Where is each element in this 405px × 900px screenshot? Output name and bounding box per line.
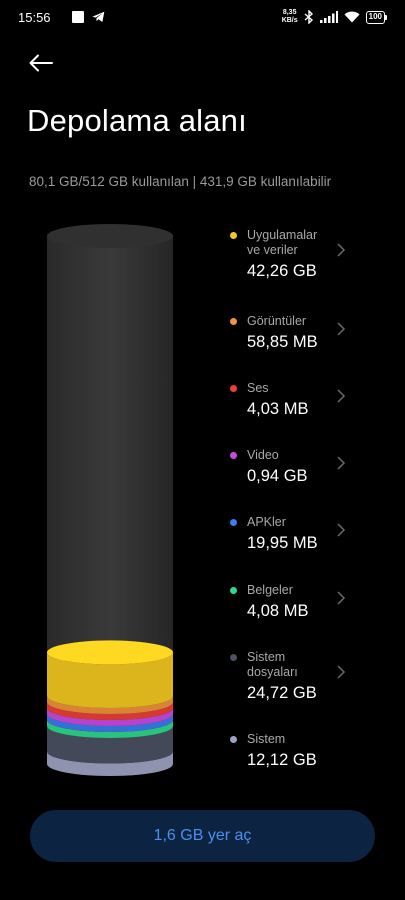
category-label: Uygulamalar ve veriler bbox=[247, 228, 317, 258]
category-label: Belgeler bbox=[247, 583, 293, 598]
battery-icon: 100 bbox=[365, 10, 387, 24]
chevron-right-icon bbox=[337, 665, 346, 679]
category-label-line: Video bbox=[247, 448, 279, 462]
usage-summary: 80,1 GB/512 GB kullanılan | 431,9 GB kul… bbox=[29, 174, 332, 189]
category-label: Video bbox=[247, 448, 279, 463]
chevron-right-icon bbox=[337, 322, 346, 336]
free-space-button[interactable]: 1,6 GB yer aç bbox=[30, 810, 375, 862]
category-label: Sistem bbox=[247, 732, 285, 747]
category-label: Ses bbox=[247, 381, 269, 396]
storage-category-item[interactable]: Görüntüler 58,85 MB bbox=[230, 314, 355, 352]
category-label-line: dosyaları bbox=[247, 665, 298, 679]
category-label-line: APKler bbox=[247, 515, 286, 529]
storage-category-item: Sistem 12,12 GB bbox=[230, 732, 355, 770]
battery-tip bbox=[385, 14, 387, 20]
storage-category-item[interactable]: Sistem dosyaları 24,72 GB bbox=[230, 650, 355, 703]
storage-category-item[interactable]: Uygulamalar ve veriler 42,26 GB bbox=[230, 228, 355, 281]
category-color-dot bbox=[230, 318, 237, 325]
category-size: 42,26 GB bbox=[247, 262, 317, 280]
network-speed-value: 8,35 bbox=[282, 9, 297, 16]
status-right: 8,35 KB/s 100 bbox=[282, 9, 387, 25]
category-color-dot bbox=[230, 654, 237, 661]
category-label-line: Belgeler bbox=[247, 583, 293, 597]
arrow-left-icon bbox=[29, 54, 53, 72]
storage-category-item[interactable]: Ses 4,03 MB bbox=[230, 381, 355, 419]
storage-fill-top bbox=[47, 640, 173, 665]
status-bar: 15:56 8,35 KB/s 100 bbox=[0, 0, 405, 36]
category-label: APKler bbox=[247, 515, 286, 530]
chevron-right-icon bbox=[337, 243, 346, 257]
network-speed-unit: KB/s bbox=[281, 17, 298, 24]
storage-category-item[interactable]: Video 0,94 GB bbox=[230, 448, 355, 486]
category-label: Görüntüler bbox=[247, 314, 306, 329]
category-label-line: Sistem bbox=[247, 732, 286, 746]
notification-icons bbox=[72, 11, 105, 23]
category-label-line: Ses bbox=[247, 381, 269, 395]
category-label-row: Sistem bbox=[230, 732, 355, 747]
wifi-icon bbox=[344, 11, 360, 23]
signal-icon bbox=[319, 11, 338, 23]
category-color-dot bbox=[230, 587, 237, 594]
category-label-line: Uygulamalar bbox=[247, 228, 318, 242]
category-color-dot bbox=[230, 385, 237, 392]
category-size: 24,72 GB bbox=[247, 684, 317, 702]
category-label: Sistem dosyaları bbox=[247, 650, 298, 680]
storage-cylinder-graphic bbox=[47, 224, 173, 776]
square-app-icon bbox=[72, 11, 84, 23]
battery-level: 100 bbox=[365, 10, 385, 24]
category-label-line: ve veriler bbox=[247, 243, 298, 257]
free-space-label: 1,6 GB yer aç bbox=[153, 827, 252, 844]
network-speed: 8,35 KB/s bbox=[282, 9, 298, 25]
chevron-right-icon bbox=[337, 456, 346, 470]
category-color-dot bbox=[230, 452, 237, 459]
status-time: 15:56 bbox=[18, 10, 51, 25]
chevron-right-icon bbox=[337, 591, 346, 605]
chevron-right-icon bbox=[337, 523, 346, 537]
category-color-dot bbox=[230, 519, 237, 526]
category-color-dot bbox=[230, 232, 237, 239]
cylinder-top bbox=[47, 224, 173, 248]
category-label-line: Görüntüler bbox=[247, 314, 307, 328]
category-size: 12,12 GB bbox=[247, 751, 317, 769]
storage-category-item[interactable]: APKler 19,95 MB bbox=[230, 515, 355, 553]
page-title: Depolama alanı bbox=[27, 103, 247, 138]
storage-category-item[interactable]: Belgeler 4,08 MB bbox=[230, 583, 355, 621]
category-label-line: Sistem bbox=[247, 650, 286, 664]
storage-cylinder bbox=[46, 224, 174, 776]
telegram-icon bbox=[92, 11, 105, 22]
chevron-right-icon bbox=[337, 389, 346, 403]
bluetooth-icon bbox=[304, 10, 313, 24]
category-color-dot bbox=[230, 736, 237, 743]
back-button[interactable] bbox=[26, 50, 56, 76]
